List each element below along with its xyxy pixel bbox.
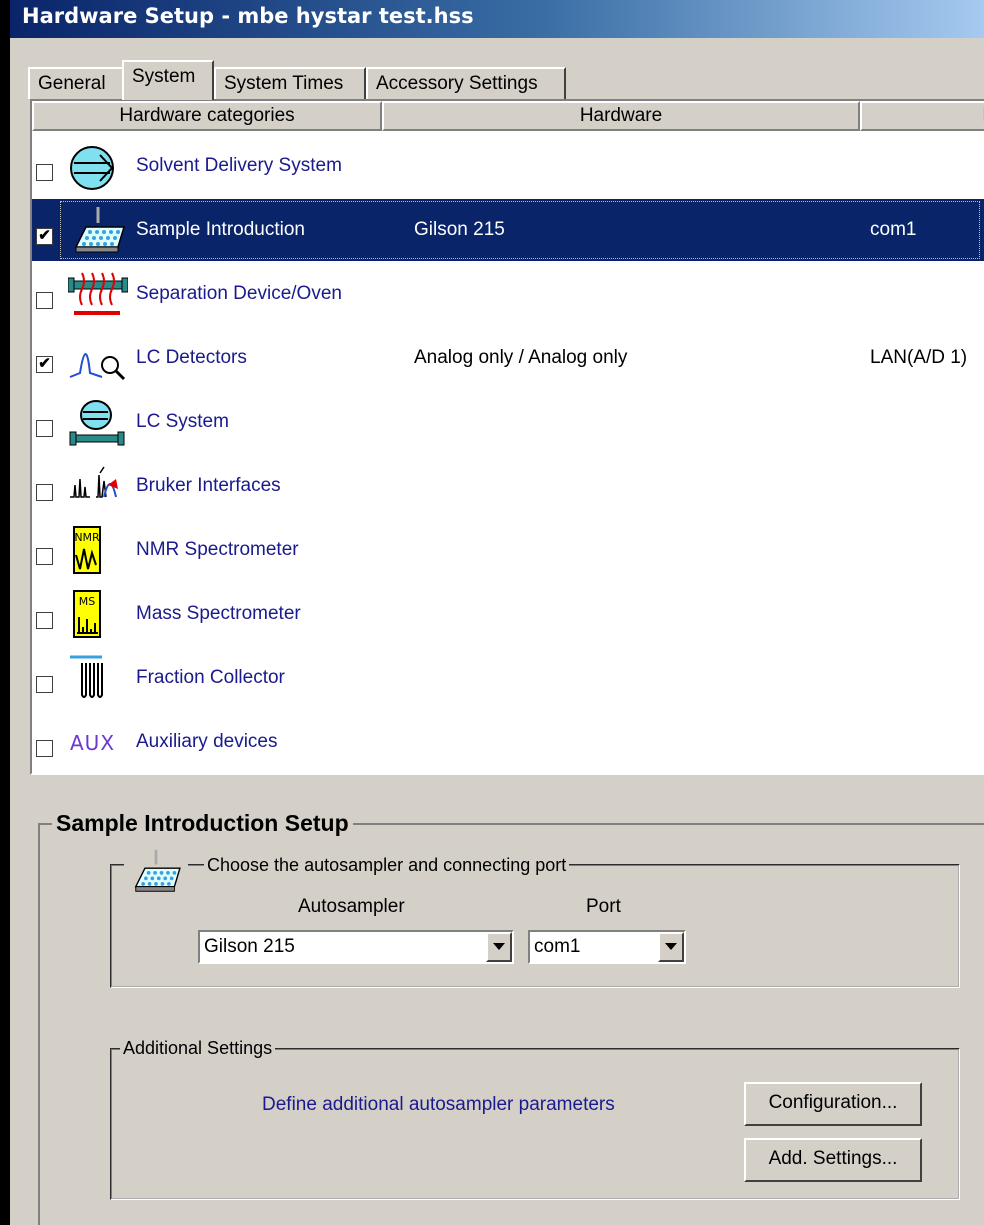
category-label: Sample Introduction: [136, 219, 305, 240]
column-header-categories[interactable]: Hardware categories: [32, 101, 382, 131]
category-label: NMR Spectrometer: [136, 539, 299, 560]
title-bar: Hardware Setup - mbe hystar test.hss: [10, 0, 984, 38]
configuration-button[interactable]: Configuration...: [744, 1082, 922, 1126]
port-value: LAN(A/D 1): [870, 347, 968, 368]
ms-icon: MS: [68, 589, 128, 639]
list-item[interactable]: Solvent Delivery System: [32, 135, 984, 197]
port-value: com1: [870, 219, 917, 240]
list-item[interactable]: NMR NMR Spectrometer: [32, 519, 984, 581]
autosampler-select[interactable]: Gilson 215: [198, 930, 514, 964]
list-item[interactable]: MS Mass Spectrometer: [32, 583, 984, 645]
category-label: Solvent Delivery System: [136, 155, 342, 176]
pump-icon: [68, 141, 128, 191]
category-label: LC System: [136, 411, 229, 432]
bruker-interface-icon: [68, 461, 128, 511]
choose-autosampler-group: [110, 864, 960, 988]
list-item[interactable]: Bruker Interfaces: [32, 455, 984, 517]
tab-system[interactable]: System: [122, 60, 214, 100]
category-label: Auxiliary devices: [136, 731, 278, 752]
tab-label: System: [132, 66, 196, 87]
row-checkbox[interactable]: [36, 740, 53, 757]
list-item[interactable]: Fraction Collector: [32, 647, 984, 709]
nmr-icon: NMR: [68, 525, 128, 575]
row-checkbox[interactable]: [36, 676, 53, 693]
tab-label: Accessory Settings: [376, 73, 538, 94]
category-label: LC Detectors: [136, 347, 247, 368]
aux-icon-text: AUX: [70, 731, 116, 755]
tab-label: System Times: [224, 73, 344, 94]
row-checkbox[interactable]: ✔: [36, 228, 53, 245]
category-label: Mass Spectrometer: [136, 603, 301, 624]
port-label: Port: [586, 896, 621, 917]
add-settings-button[interactable]: Add. Settings...: [744, 1138, 922, 1182]
tab-accessory-settings[interactable]: Accessory Settings: [366, 67, 566, 99]
list-item[interactable]: ✔ LC Detectors Analog only / Analog only…: [32, 327, 984, 389]
fraction-collector-icon: [68, 653, 128, 703]
additional-group-label: Additional Settings: [120, 1038, 276, 1059]
autosampler-select-value: Gilson 215: [204, 936, 295, 957]
autosampler-icon: [68, 205, 128, 255]
port-select[interactable]: com1: [528, 930, 686, 964]
tab-label: General: [38, 73, 106, 94]
additional-description: Define additional autosampler parameters: [262, 1094, 615, 1115]
row-checkbox[interactable]: [36, 612, 53, 629]
port-select-value: com1: [534, 936, 581, 957]
chevron-down-icon[interactable]: [486, 932, 512, 962]
row-checkbox[interactable]: ✔: [36, 356, 53, 373]
oven-column-icon: [67, 269, 129, 319]
list-header: Hardware categories Hardware F: [32, 101, 984, 133]
hardware-list[interactable]: Hardware categories Hardware F Solvent D…: [30, 99, 984, 775]
column-header-hardware[interactable]: Hardware: [382, 101, 860, 131]
aux-icon: AUX: [68, 717, 128, 767]
nmr-icon-text: NMR: [74, 531, 100, 544]
lc-system-icon: [68, 397, 128, 447]
window-title: Hardware Setup - mbe hystar test.hss: [22, 4, 474, 28]
autosampler-label: Autosampler: [298, 896, 405, 917]
column-header-port[interactable]: F: [860, 101, 984, 131]
category-label: Separation Device/Oven: [136, 283, 342, 304]
row-checkbox[interactable]: [36, 484, 53, 501]
row-checkbox[interactable]: [36, 548, 53, 565]
tab-system-times[interactable]: System Times: [214, 67, 366, 99]
chevron-down-icon[interactable]: [658, 932, 684, 962]
list-item[interactable]: AUX Auxiliary devices: [32, 711, 984, 773]
row-checkbox[interactable]: [36, 420, 53, 437]
window-left-edge: [0, 0, 10, 1225]
detector-peak-icon: [68, 333, 128, 383]
setup-title: Sample Introduction Setup: [52, 810, 353, 837]
tab-general[interactable]: General: [28, 67, 124, 99]
hardware-value: Analog only / Analog only: [414, 347, 628, 368]
list-item[interactable]: Separation Device/Oven: [32, 263, 984, 325]
row-checkbox[interactable]: [36, 164, 53, 181]
choose-group-label: Choose the autosampler and connecting po…: [204, 855, 570, 876]
row-checkbox[interactable]: [36, 292, 53, 309]
category-label: Fraction Collector: [136, 667, 285, 688]
list-item[interactable]: ✔ Sample Introduction Gilson 215 com1: [32, 199, 984, 261]
hardware-value: Gilson 215: [414, 219, 505, 240]
category-label: Bruker Interfaces: [136, 475, 281, 496]
list-item[interactable]: LC System: [32, 391, 984, 453]
autosampler-icon: [124, 848, 188, 894]
ms-icon-text: MS: [79, 595, 95, 608]
